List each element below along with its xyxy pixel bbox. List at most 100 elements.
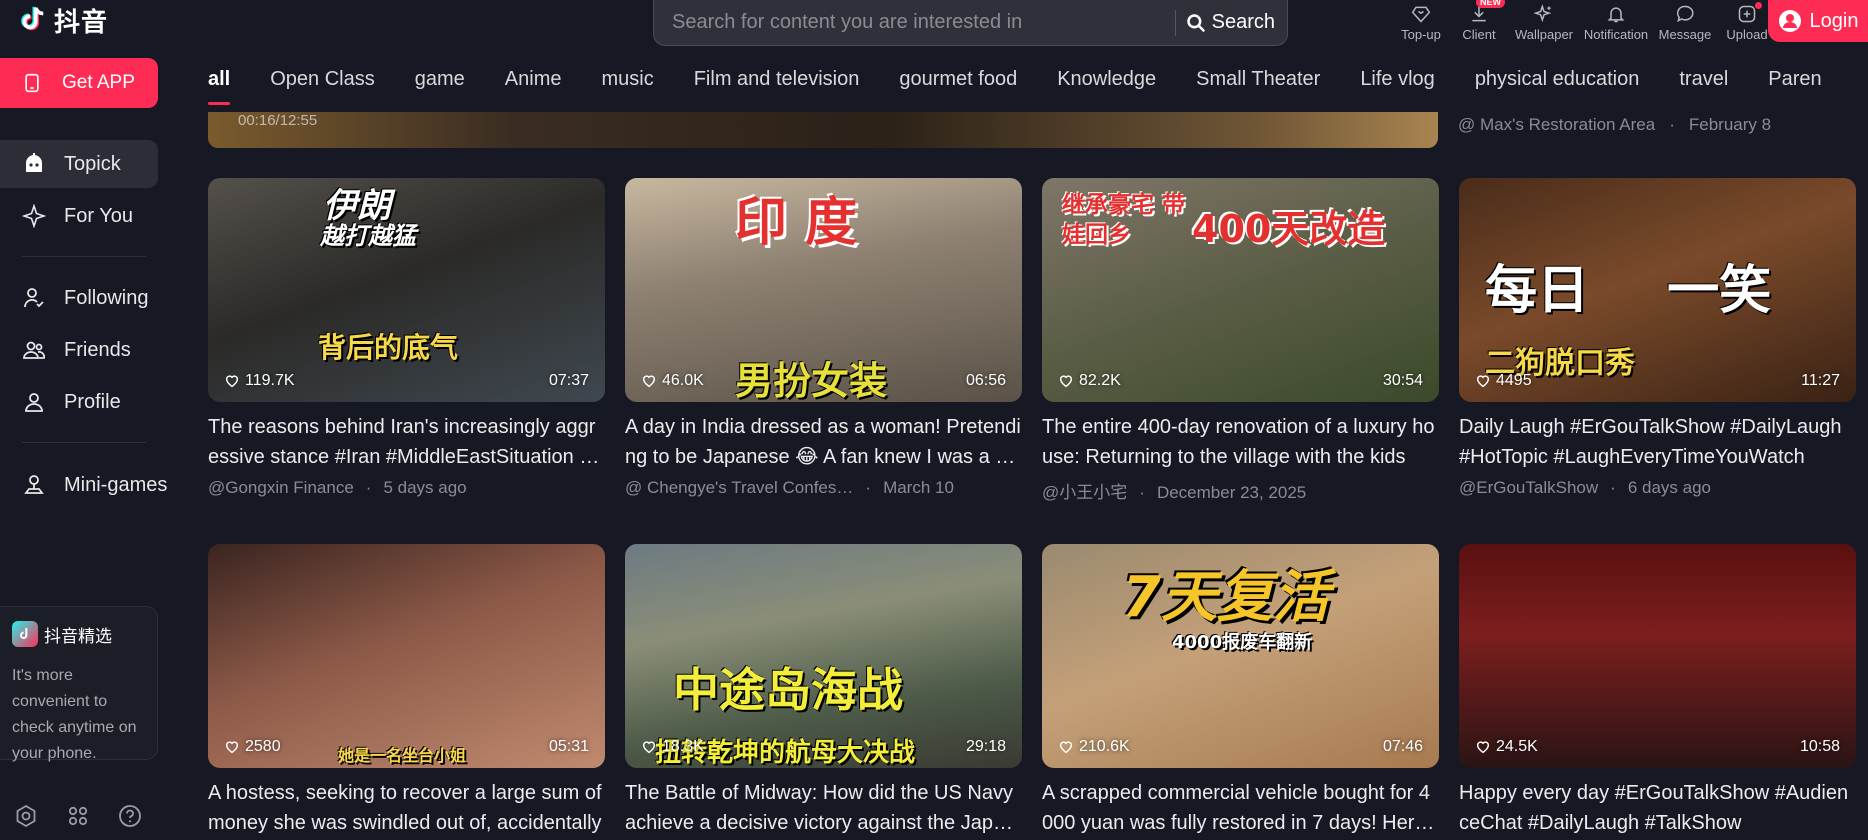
- sidebar-item-mini-games[interactable]: Mini-games: [0, 461, 175, 509]
- heart-icon: [1059, 741, 1073, 754]
- like-count-value: 24.5K: [1496, 738, 1538, 755]
- video-author[interactable]: @Gongxin Finance: [208, 478, 354, 497]
- notification-button[interactable]: Notification: [1580, 0, 1652, 46]
- video-date: December 23, 2025: [1127, 483, 1306, 502]
- app-promo-card[interactable]: 抖音精选 It's more convenient to check anyti…: [0, 606, 158, 762]
- video-author[interactable]: @小王小宅: [1042, 483, 1127, 502]
- search-bar: Search: [653, 0, 1288, 46]
- promo-text: It's more convenient to check anytime on…: [12, 667, 137, 762]
- tab-open-class[interactable]: Open Class: [270, 68, 375, 91]
- tab-all[interactable]: all: [208, 68, 231, 105]
- category-tabs: all Open Class game Anime music Film and tele…: [160, 60, 1868, 112]
- sidebar-item-for-you[interactable]: For You: [0, 192, 158, 240]
- like-count: 4495: [1475, 372, 1532, 390]
- thumbnail-caption: 男扮女装: [735, 359, 888, 402]
- video-thumbnail[interactable]: 7天复活 4000报废车翻新 210.6K 07:46: [1042, 544, 1439, 768]
- video-title[interactable]: The reasons behind Iran's increasingly a…: [208, 412, 605, 472]
- video-thumbnail[interactable]: 继承豪宅 带娃回乡 400天改造 82.2K 30:54: [1042, 178, 1439, 402]
- like-count: 119.7K: [224, 372, 295, 390]
- search-button-label: Search: [1211, 11, 1275, 33]
- wallpaper-button[interactable]: Wallpaper: [1508, 0, 1580, 46]
- sidebar-item-following[interactable]: Following: [0, 274, 158, 322]
- like-count: 24.5K: [1475, 738, 1538, 756]
- video-duration: 05:31: [548, 738, 589, 755]
- video-thumbnail[interactable]: 她是一名坐台小姐 2580 05:31: [208, 544, 605, 768]
- meta-dot: ·: [1669, 115, 1675, 134]
- video-card[interactable]: 继承豪宅 带娃回乡 400天改造 82.2K 30:54 The entire 400-…: [1042, 178, 1439, 503]
- heart-icon: [642, 375, 656, 388]
- thumbnail-caption: 印 度: [735, 193, 858, 253]
- settings-icon[interactable]: [14, 804, 38, 828]
- video-title[interactable]: The Battle of Midway: How did the US Nav…: [625, 778, 1022, 838]
- tab-small-theater[interactable]: Small Theater: [1196, 68, 1320, 91]
- sidebar-item-profile[interactable]: Profile: [0, 378, 158, 426]
- video-thumbnail[interactable]: 印 度男扮女装 46.0K 06:56: [625, 178, 1022, 402]
- video-title[interactable]: The entire 400-day renovation of a luxur…: [1042, 412, 1439, 472]
- video-author[interactable]: @ Chengye's Travel Confes…: [625, 478, 853, 497]
- following-icon: [24, 288, 44, 308]
- like-count-value: 18.3K: [662, 738, 704, 755]
- heart-icon: [1059, 375, 1073, 388]
- tab-film-and-television[interactable]: Film and television: [694, 68, 860, 91]
- video-card[interactable]: 伊朗 越打越猛 背后的底气 119.7K 07:37 The reasons behind…: [208, 178, 605, 498]
- tab-travel[interactable]: travel: [1679, 68, 1728, 91]
- tab-gourmet-food[interactable]: gourmet food: [899, 68, 1017, 91]
- sparkle-star-icon: [22, 204, 46, 228]
- video-title[interactable]: A scrapped commercial vehicle bought for…: [1042, 778, 1439, 838]
- sidebar-item-label: Mini-games: [64, 473, 168, 496]
- tab-anime[interactable]: Anime: [505, 68, 562, 91]
- bell-icon: [1607, 7, 1625, 23]
- category-tabs-row: all Open Class game Anime music Film and tele…: [208, 68, 1862, 105]
- topick-icon: [26, 153, 42, 172]
- help-icon[interactable]: [118, 804, 142, 828]
- heart-icon: [225, 741, 239, 754]
- login-label: Login: [1809, 9, 1859, 32]
- sparkle-icon: [1534, 4, 1552, 23]
- video-card[interactable]: 7天复活 4000报废车翻新 210.6K 07:46 A scrapped comme…: [1042, 544, 1439, 838]
- video-thumbnail[interactable]: 伊朗 越打越猛 背后的底气 119.7K 07:37: [208, 178, 605, 402]
- tab-knowledge[interactable]: Knowledge: [1057, 68, 1156, 91]
- video-card[interactable]: 24.5K 10:58 Happy every day #ErGouTalkShow…: [1459, 544, 1856, 838]
- video-title[interactable]: A hostess, seeking to recover a large su…: [208, 778, 605, 838]
- sidebar-item-label: Friends: [64, 338, 131, 361]
- get-app-button[interactable]: Get APP: [0, 58, 158, 108]
- video-thumbnail[interactable]: 中途岛海战 扭转乾坤的航母大决战 18.3K 29:18: [625, 544, 1022, 768]
- video-card[interactable]: 印 度男扮女装 46.0K 06:56 A day in India dressed …: [625, 178, 1022, 498]
- client-button[interactable]: NEW Client: [1450, 0, 1508, 46]
- thumbnail-caption: 7天复活: [1122, 565, 1329, 630]
- tab-life-vlog[interactable]: Life vlog: [1360, 68, 1435, 91]
- search-button[interactable]: Search: [1176, 11, 1287, 34]
- video-card[interactable]: 每日 一笑 二狗脱口秀 4495 11:27 Daily Laugh #ErGouTal…: [1459, 178, 1856, 498]
- video-title[interactable]: Happy every day #ErGouTalkShow #Audience…: [1459, 778, 1856, 838]
- tab-physical-education[interactable]: physical education: [1475, 68, 1640, 91]
- sidebar-item-label: For You: [64, 204, 133, 227]
- thumbnail-caption: 4000报废车翻新: [1172, 632, 1313, 653]
- video-title[interactable]: Daily Laugh #ErGouTalkShow #DailyLaugh #…: [1459, 412, 1856, 472]
- tab-game[interactable]: game: [415, 68, 465, 91]
- video-author[interactable]: @ErGouTalkShow: [1459, 478, 1598, 497]
- video-meta: @ErGouTalkShow6 days ago: [1459, 478, 1856, 498]
- video-title[interactable]: A day in India dressed as a woman! Prete…: [625, 412, 1022, 472]
- sidebar-item-friends[interactable]: Friends: [0, 326, 158, 374]
- video-thumbnail[interactable]: 每日 一笑 二狗脱口秀 4495 11:27: [1459, 178, 1856, 402]
- new-badge: NEW: [1476, 0, 1505, 8]
- tab-paren[interactable]: Paren: [1768, 68, 1821, 91]
- sidebar-item-topick[interactable]: Topick: [0, 140, 158, 188]
- video-thumbnail[interactable]: 24.5K 10:58: [1459, 544, 1856, 768]
- promo-title: 抖音精选: [44, 626, 112, 647]
- video-card[interactable]: 她是一名坐台小姐 2580 05:31 A hostess, seeking to r…: [208, 544, 605, 838]
- apps-grid-icon[interactable]: [66, 804, 90, 828]
- like-count: 46.0K: [641, 372, 704, 390]
- previous-video-strip[interactable]: 00:16/12:55: [208, 112, 1438, 148]
- message-button[interactable]: Message: [1652, 0, 1718, 46]
- video-card[interactable]: 中途岛海战 扭转乾坤的航母大决战 18.3K 29:18 The Battle of M…: [625, 544, 1022, 838]
- user-avatar-icon: [1778, 10, 1801, 32]
- topup-button[interactable]: Top-up: [1392, 0, 1450, 46]
- tab-music[interactable]: music: [601, 68, 653, 91]
- login-button[interactable]: Login: [1768, 0, 1868, 42]
- video-author[interactable]: @ Max's Restoration Area: [1458, 115, 1655, 135]
- douyin-logo[interactable]: 抖音: [16, 2, 108, 38]
- sidebar-item-label: Profile: [64, 390, 121, 413]
- search-input[interactable]: [654, 0, 1175, 45]
- like-count-value: 2580: [245, 738, 281, 755]
